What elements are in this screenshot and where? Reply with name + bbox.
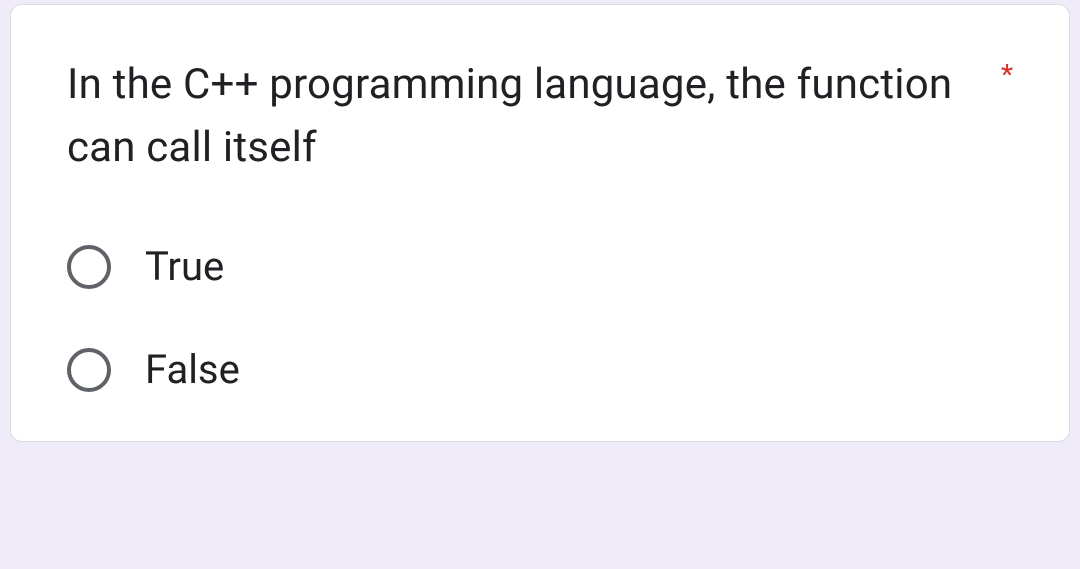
radio-icon[interactable] <box>67 348 111 392</box>
question-text: In the C++ programming language, the fun… <box>67 53 977 179</box>
option-label: True <box>145 243 224 290</box>
options-group: True False <box>67 243 1013 393</box>
required-indicator: * <box>1001 61 1013 89</box>
option-true[interactable]: True <box>67 243 1013 290</box>
option-false[interactable]: False <box>67 346 1013 393</box>
question-card: In the C++ programming language, the fun… <box>10 4 1070 442</box>
radio-icon[interactable] <box>67 245 111 289</box>
option-label: False <box>145 346 240 393</box>
question-row: In the C++ programming language, the fun… <box>67 53 1013 179</box>
